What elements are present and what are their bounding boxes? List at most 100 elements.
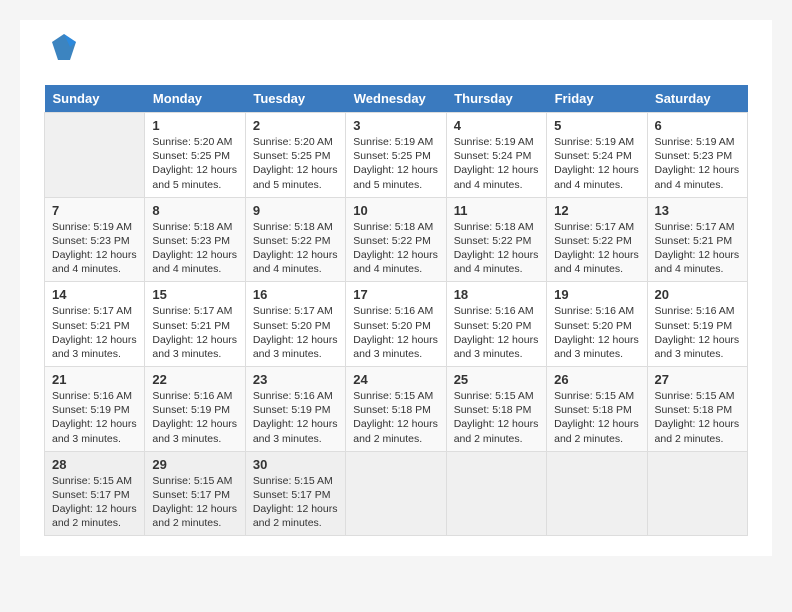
day-info: Sunrise: 5:17 AM Sunset: 5:21 PM Dayligh… [52,304,137,361]
header-thursday: Thursday [446,85,546,113]
day-number: 6 [655,118,740,133]
day-info: Sunrise: 5:19 AM Sunset: 5:25 PM Dayligh… [353,135,438,192]
calendar-table: SundayMondayTuesdayWednesdayThursdayFrid… [44,85,748,536]
calendar-cell [647,451,747,536]
calendar-cell: 21 Sunrise: 5:16 AM Sunset: 5:19 PM Dayli… [45,367,145,452]
header-monday: Monday [145,85,245,113]
day-info: Sunrise: 5:15 AM Sunset: 5:18 PM Dayligh… [454,389,539,446]
day-info: Sunrise: 5:15 AM Sunset: 5:17 PM Dayligh… [253,474,338,531]
day-info: Sunrise: 5:20 AM Sunset: 5:25 PM Dayligh… [253,135,338,192]
calendar-cell [346,451,446,536]
calendar-cell: 13 Sunrise: 5:17 AM Sunset: 5:21 PM Dayli… [647,197,747,282]
day-info: Sunrise: 5:19 AM Sunset: 5:23 PM Dayligh… [52,220,137,277]
calendar-week-4: 21 Sunrise: 5:16 AM Sunset: 5:19 PM Dayli… [45,367,748,452]
day-number: 28 [52,457,137,472]
main-container: SundayMondayTuesdayWednesdayThursdayFrid… [20,20,772,556]
day-info: Sunrise: 5:19 AM Sunset: 5:24 PM Dayligh… [554,135,639,192]
header-wednesday: Wednesday [346,85,446,113]
day-info: Sunrise: 5:18 AM Sunset: 5:23 PM Dayligh… [152,220,237,277]
day-info: Sunrise: 5:18 AM Sunset: 5:22 PM Dayligh… [253,220,338,277]
calendar-cell: 18 Sunrise: 5:16 AM Sunset: 5:20 PM Dayli… [446,282,546,367]
calendar-cell: 2 Sunrise: 5:20 AM Sunset: 5:25 PM Daylig… [245,113,345,198]
calendar-cell: 29 Sunrise: 5:15 AM Sunset: 5:17 PM Dayli… [145,451,245,536]
day-number: 8 [152,203,237,218]
day-number: 2 [253,118,338,133]
calendar-cell: 9 Sunrise: 5:18 AM Sunset: 5:22 PM Daylig… [245,197,345,282]
day-number: 7 [52,203,137,218]
day-info: Sunrise: 5:16 AM Sunset: 5:20 PM Dayligh… [554,304,639,361]
day-info: Sunrise: 5:16 AM Sunset: 5:20 PM Dayligh… [454,304,539,361]
calendar-cell: 4Sunrise: 5:19 AM Sunset: 5:24 PM Daylig… [446,113,546,198]
header [44,40,748,69]
header-friday: Friday [547,85,647,113]
day-number: 27 [655,372,740,387]
day-number: 18 [454,287,539,302]
day-info: Sunrise: 5:19 AM Sunset: 5:23 PM Dayligh… [655,135,740,192]
header-saturday: Saturday [647,85,747,113]
day-info: Sunrise: 5:16 AM Sunset: 5:19 PM Dayligh… [52,389,137,446]
calendar-cell: 24 Sunrise: 5:15 AM Sunset: 5:18 PM Dayli… [346,367,446,452]
day-info: Sunrise: 5:16 AM Sunset: 5:19 PM Dayligh… [253,389,338,446]
day-number: 15 [152,287,237,302]
day-info: Sunrise: 5:17 AM Sunset: 5:20 PM Dayligh… [253,304,338,361]
logo-bird-icon [50,32,78,64]
calendar-cell [45,113,145,198]
calendar-cell: 28Sunrise: 5:15 AM Sunset: 5:17 PM Dayli… [45,451,145,536]
calendar-week-3: 14 Sunrise: 5:17 AM Sunset: 5:21 PM Dayli… [45,282,748,367]
day-info: Sunrise: 5:18 AM Sunset: 5:22 PM Dayligh… [454,220,539,277]
day-number: 22 [152,372,237,387]
day-number: 1 [152,118,237,133]
calendar-cell: 22Sunrise: 5:16 AM Sunset: 5:19 PM Dayli… [145,367,245,452]
day-info: Sunrise: 5:19 AM Sunset: 5:24 PM Dayligh… [454,135,539,192]
calendar-cell: 30 Sunrise: 5:15 AM Sunset: 5:17 PM Dayli… [245,451,345,536]
day-info: Sunrise: 5:16 AM Sunset: 5:19 PM Dayligh… [655,304,740,361]
day-info: Sunrise: 5:16 AM Sunset: 5:20 PM Dayligh… [353,304,438,361]
calendar-header-row: SundayMondayTuesdayWednesdayThursdayFrid… [45,85,748,113]
day-number: 13 [655,203,740,218]
calendar-cell: 12 Sunrise: 5:17 AM Sunset: 5:22 PM Dayli… [547,197,647,282]
calendar-cell [446,451,546,536]
day-info: Sunrise: 5:15 AM Sunset: 5:18 PM Dayligh… [353,389,438,446]
calendar-cell: 14 Sunrise: 5:17 AM Sunset: 5:21 PM Dayli… [45,282,145,367]
day-info: Sunrise: 5:17 AM Sunset: 5:22 PM Dayligh… [554,220,639,277]
day-number: 17 [353,287,438,302]
day-number: 10 [353,203,438,218]
calendar-cell: 23 Sunrise: 5:16 AM Sunset: 5:19 PM Dayli… [245,367,345,452]
day-number: 14 [52,287,137,302]
day-number: 19 [554,287,639,302]
calendar-cell: 27 Sunrise: 5:15 AM Sunset: 5:18 PM Dayli… [647,367,747,452]
day-number: 21 [52,372,137,387]
calendar-cell: 6 Sunrise: 5:19 AM Sunset: 5:23 PM Daylig… [647,113,747,198]
day-number: 25 [454,372,539,387]
day-info: Sunrise: 5:15 AM Sunset: 5:18 PM Dayligh… [554,389,639,446]
calendar-cell: 17 Sunrise: 5:16 AM Sunset: 5:20 PM Dayli… [346,282,446,367]
calendar-cell: 10Sunrise: 5:18 AM Sunset: 5:22 PM Dayli… [346,197,446,282]
day-info: Sunrise: 5:15 AM Sunset: 5:18 PM Dayligh… [655,389,740,446]
calendar-cell: 5Sunrise: 5:19 AM Sunset: 5:24 PM Daylig… [547,113,647,198]
calendar-cell: 15 Sunrise: 5:17 AM Sunset: 5:21 PM Dayli… [145,282,245,367]
calendar-cell: 8 Sunrise: 5:18 AM Sunset: 5:23 PM Daylig… [145,197,245,282]
calendar-cell: 16 Sunrise: 5:17 AM Sunset: 5:20 PM Dayli… [245,282,345,367]
calendar-cell [547,451,647,536]
day-number: 23 [253,372,338,387]
calendar-cell: 7 Sunrise: 5:19 AM Sunset: 5:23 PM Daylig… [45,197,145,282]
header-sunday: Sunday [45,85,145,113]
day-number: 16 [253,287,338,302]
day-number: 29 [152,457,237,472]
day-number: 24 [353,372,438,387]
calendar-week-5: 28 Sunrise: 5:15 AM Sunset: 5:17 PM Dayli… [45,451,748,536]
day-number: 30 [253,457,338,472]
day-info: Sunrise: 5:15 AM Sunset: 5:17 PM Dayligh… [152,474,237,531]
header-tuesday: Tuesday [245,85,345,113]
day-number: 9 [253,203,338,218]
calendar-cell: 20 Sunrise: 5:16 AM Sunset: 5:19 PM Dayli… [647,282,747,367]
calendar-cell: 3 Sunrise: 5:19 AM Sunset: 5:25 PM Daylig… [346,113,446,198]
logo [44,40,78,69]
calendar-week-2: 7 Sunrise: 5:19 AM Sunset: 5:23 PM Daylig… [45,197,748,282]
day-info: Sunrise: 5:17 AM Sunset: 5:21 PM Dayligh… [152,304,237,361]
day-number: 12 [554,203,639,218]
day-number: 20 [655,287,740,302]
day-info: Sunrise: 5:17 AM Sunset: 5:21 PM Dayligh… [655,220,740,277]
calendar-cell: 26Sunrise: 5:15 AM Sunset: 5:18 PM Dayli… [547,367,647,452]
day-number: 3 [353,118,438,133]
